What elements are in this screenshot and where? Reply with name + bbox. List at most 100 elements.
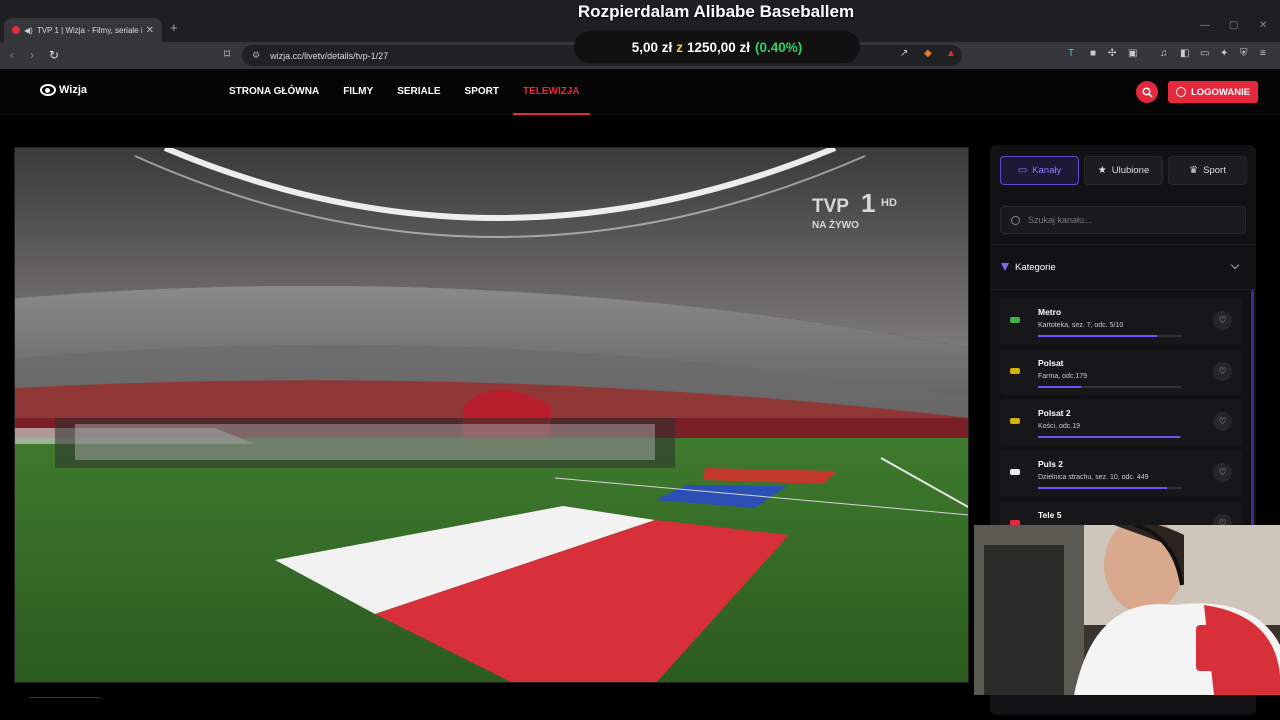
channel-name: Puls 2	[1038, 459, 1064, 470]
search-icon	[1141, 86, 1153, 98]
site-header: Wizja STRONA GŁÓWNA FILMY SERIALE SPORT …	[0, 69, 1280, 115]
filter-icon	[1001, 263, 1009, 271]
channel-logo	[1010, 367, 1020, 374]
channel-logo	[1010, 469, 1020, 476]
extension-badge-icon[interactable]: ■	[1090, 48, 1096, 59]
brave-shield-icon[interactable]: ◆	[924, 48, 932, 59]
channel-name: Tele 5	[1038, 509, 1062, 520]
channel-item[interactable]: Polsat 2 Kości, odc.19 ♡	[1000, 399, 1242, 446]
categories-label: Kategorie	[1015, 261, 1056, 273]
bet-total: 1250,00 zł	[686, 39, 751, 55]
nav-tv[interactable]: TELEWIZJA	[512, 69, 590, 115]
url-text: wizja.cc/livetv/details/tvp-1/27	[270, 50, 389, 61]
search-icon	[1011, 215, 1020, 225]
bet-separator: z	[676, 39, 683, 55]
trophy-icon: ♛	[1189, 165, 1199, 176]
search-button[interactable]	[1136, 81, 1158, 103]
nav-sport[interactable]: SPORT	[465, 69, 499, 115]
tab-favorites-label: Ulubione	[1111, 165, 1150, 176]
program-progress-fill	[1038, 385, 1081, 388]
webcam-overlay	[974, 525, 1280, 695]
menu-icon[interactable]: ≡	[1260, 48, 1266, 59]
program-progress-fill	[1038, 436, 1180, 439]
new-tab-button[interactable]: +	[170, 20, 178, 35]
program-progress-bar	[1038, 335, 1181, 337]
eye-logo-icon	[40, 84, 56, 96]
bet-balance: 5,00 zł z 1250,00 zł (0.40%)	[574, 31, 860, 63]
tab-favorites[interactable]: ★ Ulubione	[1084, 156, 1163, 185]
hd-badge: HD	[881, 197, 897, 209]
site-logo[interactable]: Wizja	[40, 84, 87, 96]
screenshot-icon[interactable]: ▣	[1128, 48, 1137, 59]
favorite-heart-icon[interactable]: ♡	[1213, 361, 1232, 381]
program-progress-bar	[1038, 487, 1181, 490]
power-icon	[1175, 87, 1186, 97]
video-player[interactable]: TVP 1 HD NA ŻYWO	[14, 147, 969, 683]
channel-item[interactable]: Polsat Farma, odc.179 ♡	[1000, 348, 1242, 395]
tab-channels[interactable]: ▭ Kanały	[1000, 156, 1079, 185]
channel-name: Polsat 2	[1038, 408, 1071, 419]
translate-icon[interactable]: T	[1068, 48, 1074, 59]
extensions-icon[interactable]: ✣	[1108, 48, 1116, 59]
tab-sport-label: Sport	[1203, 165, 1226, 176]
bet-amount: 5,00 zł	[631, 39, 673, 55]
player-below-button[interactable]	[28, 697, 102, 707]
program-progress-fill	[1038, 487, 1167, 490]
reload-icon[interactable]: ↻	[49, 48, 59, 62]
channel-item[interactable]: Puls 2 Dzielnica strachu, sez. 10, odc. 4…	[1000, 450, 1242, 497]
wallet-icon[interactable]: ▭	[1200, 48, 1209, 59]
channel-name: Polsat	[1038, 357, 1064, 368]
star-icon: ★	[1097, 165, 1107, 176]
live-label: NA ŻYWO	[812, 218, 859, 231]
back-icon[interactable]: ‹	[10, 48, 14, 62]
channel-program: Kartoteka, sez. 7, odc. 5/10	[1038, 322, 1124, 329]
tv-icon: ▭	[1017, 165, 1028, 176]
categories-dropdown[interactable]: Kategorie	[990, 244, 1256, 290]
sidebar-tabs: ▭ Kanały ★ Ulubione ♛ Sport	[1000, 156, 1252, 185]
tvp-logo-number: 1	[861, 188, 875, 218]
program-progress-bar	[1038, 436, 1181, 439]
tab-sport[interactable]: ♛ Sport	[1168, 156, 1247, 185]
logo-text: Wizja	[59, 84, 88, 96]
forward-icon[interactable]: ›	[30, 48, 34, 62]
chevron-down-icon	[1230, 260, 1240, 270]
tvp-logo-text: TVP	[812, 196, 849, 217]
tab-title: TVP 1 | Wizja - Filmy, seriale i...	[36, 25, 142, 35]
vpn-icon[interactable]: ⛨	[1240, 48, 1248, 59]
login-label: LOGOWANIE	[1190, 86, 1251, 98]
channel-program: Dzielnica strachu, sez. 10, odc. 449	[1038, 474, 1149, 482]
video-frame: TVP 1 HD NA ŻYWO	[15, 148, 968, 682]
stream-title: Rozpierdalam Alibabe Baseballem	[577, 2, 855, 21]
media-icon[interactable]: ♫	[1160, 48, 1168, 59]
favorite-heart-icon[interactable]: ♡	[1213, 412, 1232, 432]
webcam-feed	[974, 525, 1280, 695]
nav-series[interactable]: SERIALE	[397, 69, 440, 115]
audio-playing-icon[interactable]: ◀)	[24, 26, 33, 35]
nav-movies[interactable]: FILMY	[343, 69, 373, 115]
channel-program: Kości, odc.19	[1038, 423, 1081, 431]
bookmark-icon[interactable]: ⌑	[224, 47, 230, 61]
tab-channels-label: Kanały	[1032, 165, 1062, 176]
channel-search-input[interactable]: Szukaj kanału...	[1000, 206, 1246, 234]
close-tab-icon[interactable]: ✕	[146, 25, 154, 36]
site-favicon-icon	[12, 26, 20, 34]
site-info-icon[interactable]: ⚙	[252, 50, 260, 61]
leo-icon[interactable]: ✦	[1220, 48, 1228, 59]
share-icon[interactable]: ↗	[900, 48, 908, 59]
login-button[interactable]: LOGOWANIE	[1168, 81, 1258, 103]
channel-logo	[1010, 317, 1020, 323]
channel-search-placeholder: Szukaj kanału...	[1028, 215, 1092, 225]
nav-home[interactable]: STRONA GŁÓWNA	[229, 69, 319, 115]
favorite-heart-icon[interactable]: ♡	[1213, 463, 1232, 483]
program-progress-bar	[1038, 385, 1181, 388]
rewards-icon[interactable]: ▲	[946, 48, 956, 59]
sidebar-toggle-icon[interactable]: ◧	[1180, 48, 1189, 59]
bet-percent: (0.40%)	[755, 39, 803, 55]
program-progress-fill	[1038, 335, 1157, 337]
favorite-heart-icon[interactable]: ♡	[1213, 311, 1232, 330]
main-nav: STRONA GŁÓWNA FILMY SERIALE SPORT TELEWI…	[229, 69, 614, 115]
channel-list: Metro Kartoteka, sez. 7, odc. 5/10 ♡ Polsat…	[1000, 298, 1242, 551]
channel-item[interactable]: Metro Kartoteka, sez. 7, odc. 5/10 ♡	[1000, 298, 1242, 344]
channel-logo	[1010, 418, 1020, 425]
channel-name: Metro	[1038, 307, 1062, 317]
